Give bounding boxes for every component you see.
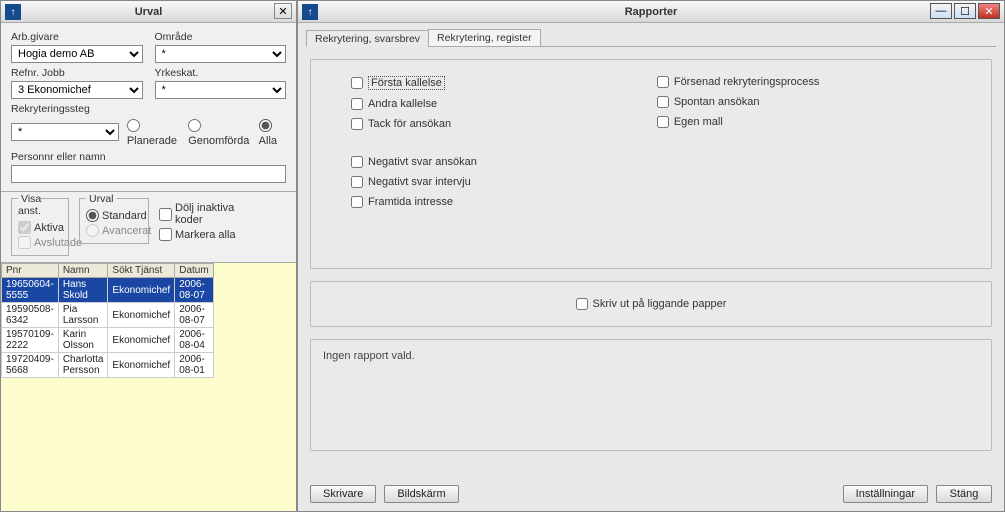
check-neg-intervju[interactable] <box>351 176 363 188</box>
label-omrade: Område <box>155 29 287 43</box>
label-rekryt: Rekryteringssteg <box>11 101 286 115</box>
print-options-group: Skriv ut på liggande papper <box>310 281 992 327</box>
label-refnr: Refnr. Jobb <box>11 65 143 79</box>
radio-genomforda[interactable] <box>188 119 201 132</box>
result-table-wrap: PnrNamnSökt TjänstDatum 19650604-5555Han… <box>1 263 296 378</box>
options-row: Visa anst. Aktiva Avslutade Urval Standa… <box>1 192 296 263</box>
select-rekryt[interactable]: * <box>11 123 119 141</box>
check-avslutade <box>18 236 31 249</box>
filter-grid: Arb.givare Område Hogia demo AB * Refnr.… <box>1 23 296 192</box>
select-refnr[interactable]: 3 Ekonomichef <box>11 81 143 99</box>
check-forsta-kallelse[interactable] <box>351 77 363 89</box>
select-yrkeskat[interactable]: * <box>155 81 287 99</box>
tab-register[interactable]: Rekrytering, register <box>428 29 541 46</box>
stang-button[interactable]: Stäng <box>936 485 992 503</box>
rekryt-radio-group: Planerade Genomförda Alla <box>127 117 286 147</box>
input-personnr[interactable] <box>11 165 286 183</box>
check-forsenad[interactable] <box>657 76 669 88</box>
label-arbgivare: Arb.givare <box>11 29 143 43</box>
rapporter-panel: ↑ Rapporter — ☐ ✕ Rekrytering, svarsbrev… <box>297 0 1005 512</box>
check-aktiva <box>18 221 31 234</box>
urval-panel: ↑ Urval ✕ Arb.givare Område Hogia demo A… <box>0 0 297 512</box>
table-row[interactable]: 19720409-5668Charlotta PerssonEkonomiche… <box>2 353 214 378</box>
minimize-button[interactable]: — <box>930 3 952 19</box>
urval-titlebar: ↑ Urval ✕ <box>1 1 296 23</box>
legend-visa: Visa anst. <box>18 193 44 217</box>
tabs: Rekrytering, svarsbrev Rekrytering, regi… <box>298 23 1004 47</box>
radio-standard[interactable] <box>86 209 99 222</box>
rapporter-title: Rapporter <box>625 6 678 18</box>
close-button[interactable]: ✕ <box>978 3 1000 19</box>
check-framtida[interactable] <box>351 196 363 208</box>
urval-title: Urval <box>135 6 163 18</box>
label-yrkeskat: Yrkeskat. <box>155 65 287 79</box>
check-liggande[interactable] <box>576 298 588 310</box>
app-icon: ↑ <box>5 4 21 20</box>
select-arbgivare[interactable]: Hogia demo AB <box>11 45 143 63</box>
maximize-button[interactable]: ☐ <box>954 3 976 19</box>
check-andra-kallelse[interactable] <box>351 98 363 110</box>
check-tack-ansokan[interactable] <box>351 118 363 130</box>
rapporter-titlebar: ↑ Rapporter — ☐ ✕ <box>298 1 1004 23</box>
check-neg-ansokan[interactable] <box>351 156 363 168</box>
report-checks-group: Första kallelse Andra kallelse Tack för … <box>310 59 992 269</box>
radio-alla[interactable] <box>259 119 272 132</box>
radio-planerade[interactable] <box>127 119 140 132</box>
check-egen-mall[interactable] <box>657 116 669 128</box>
table-row[interactable]: 19650604-5555Hans SkoldEkonomichef2006-0… <box>2 278 214 303</box>
check-dolj-inaktiva[interactable] <box>159 208 172 221</box>
installningar-button[interactable]: Inställningar <box>843 485 928 503</box>
col-header[interactable]: Pnr <box>2 264 59 278</box>
result-table[interactable]: PnrNamnSökt TjänstDatum 19650604-5555Han… <box>1 263 214 378</box>
table-row[interactable]: 19590508-6342Pia LarssonEkonomichef2006-… <box>2 303 214 328</box>
tab-svarsbrev[interactable]: Rekrytering, svarsbrev <box>306 30 429 47</box>
urval-close-button[interactable]: ✕ <box>274 3 292 19</box>
app-icon: ↑ <box>302 4 318 20</box>
status-text: Ingen rapport vald. <box>323 350 415 362</box>
radio-avancerat <box>86 224 99 237</box>
label-personnr: Personnr eller namn <box>11 149 286 163</box>
status-group: Ingen rapport vald. <box>310 339 992 451</box>
check-markera-alla[interactable] <box>159 228 172 241</box>
check-spontan[interactable] <box>657 96 669 108</box>
col-header[interactable]: Sökt Tjänst <box>108 264 175 278</box>
button-bar: Skrivare Bildskärm Inställningar Stäng <box>310 485 992 503</box>
bildskarm-button[interactable]: Bildskärm <box>384 485 458 503</box>
legend-urval: Urval <box>86 193 117 205</box>
window-controls: — ☐ ✕ <box>930 3 1000 19</box>
col-header[interactable]: Namn <box>58 264 108 278</box>
skrivare-button[interactable]: Skrivare <box>310 485 376 503</box>
select-omrade[interactable]: * <box>155 45 287 63</box>
col-header[interactable]: Datum <box>175 264 213 278</box>
table-row[interactable]: 19570109-2222Karin OlssonEkonomichef2006… <box>2 328 214 353</box>
